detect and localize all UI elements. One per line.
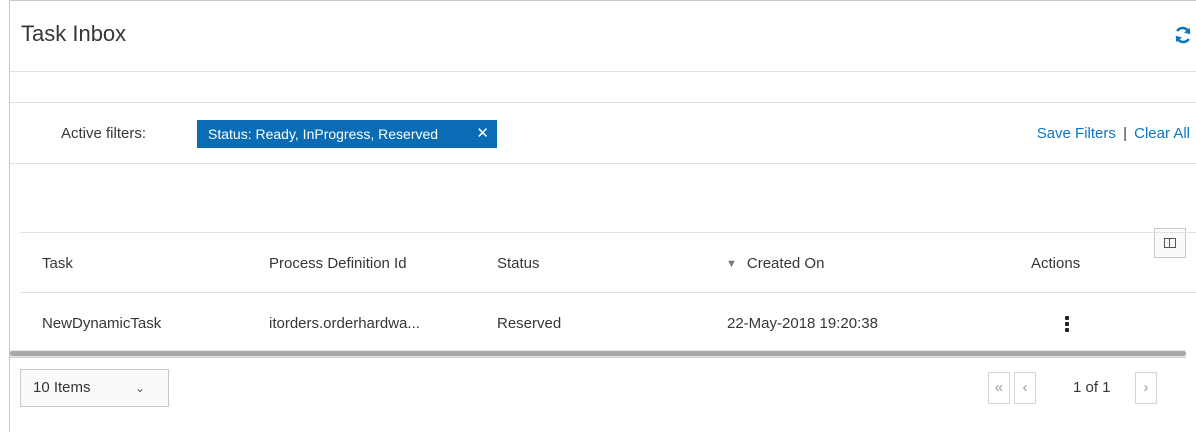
status-filter-chip-text: Status: Ready, InProgress, Reserved: [208, 126, 439, 142]
header-divider: [10, 71, 1196, 72]
previous-page-button[interactable]: ‹: [1014, 372, 1036, 404]
cell-created-on: 22-May-2018 19:20:38: [727, 315, 878, 332]
column-header-process-definition-id[interactable]: Process Definition Id: [269, 253, 407, 275]
next-page-button[interactable]: ›: [1135, 372, 1157, 404]
clear-all-link[interactable]: Clear All: [1134, 125, 1190, 142]
save-filters-link[interactable]: Save Filters: [1037, 125, 1116, 142]
items-per-page-select[interactable]: 10 Items ⌄: [20, 369, 169, 407]
active-filters-label: Active filters:: [61, 125, 147, 142]
table-top-border: [20, 232, 1196, 233]
remove-filter-icon[interactable]: ✕: [476, 120, 489, 148]
column-header-status[interactable]: Status: [497, 253, 540, 275]
columns-icon: [1164, 238, 1176, 248]
cell-process-definition-id: itorders.orderhardwa...: [269, 315, 420, 332]
page-info: 1 of 1: [1073, 379, 1111, 396]
refresh-icon[interactable]: [1173, 25, 1193, 45]
row-actions-kebab-icon[interactable]: [1064, 313, 1070, 335]
filter-actions-separator: |: [1123, 125, 1127, 142]
column-header-task[interactable]: Task: [42, 253, 73, 275]
horizontal-scrollbar[interactable]: [10, 350, 1186, 358]
sort-descending-icon: ▼: [726, 258, 737, 270]
filter-actions: Save Filters | Clear All: [1037, 122, 1190, 146]
cell-status: Reserved: [497, 315, 562, 332]
column-header-actions: Actions: [1031, 255, 1081, 272]
header-row-divider: [20, 292, 1196, 293]
filters-top-divider: [10, 102, 1196, 103]
task-inbox-panel: Task Inbox Active filters: Status: Ready…: [9, 0, 1196, 432]
status-filter-chip: Status: Ready, InProgress, Reserved ✕: [197, 120, 497, 148]
filters-bottom-divider: [10, 163, 1196, 164]
first-page-button[interactable]: «: [988, 372, 1010, 404]
column-header-created-on[interactable]: ▼ Created On: [726, 253, 824, 275]
scrollbar-thumb[interactable]: [10, 351, 1186, 356]
chevron-down-icon: ⌄: [135, 381, 146, 395]
cell-task[interactable]: NewDynamicTask: [42, 313, 161, 335]
items-per-page-value: 10 Items: [33, 379, 91, 396]
created-on-header-label: Created On: [746, 255, 825, 272]
page-title: Task Inbox: [21, 21, 127, 46]
